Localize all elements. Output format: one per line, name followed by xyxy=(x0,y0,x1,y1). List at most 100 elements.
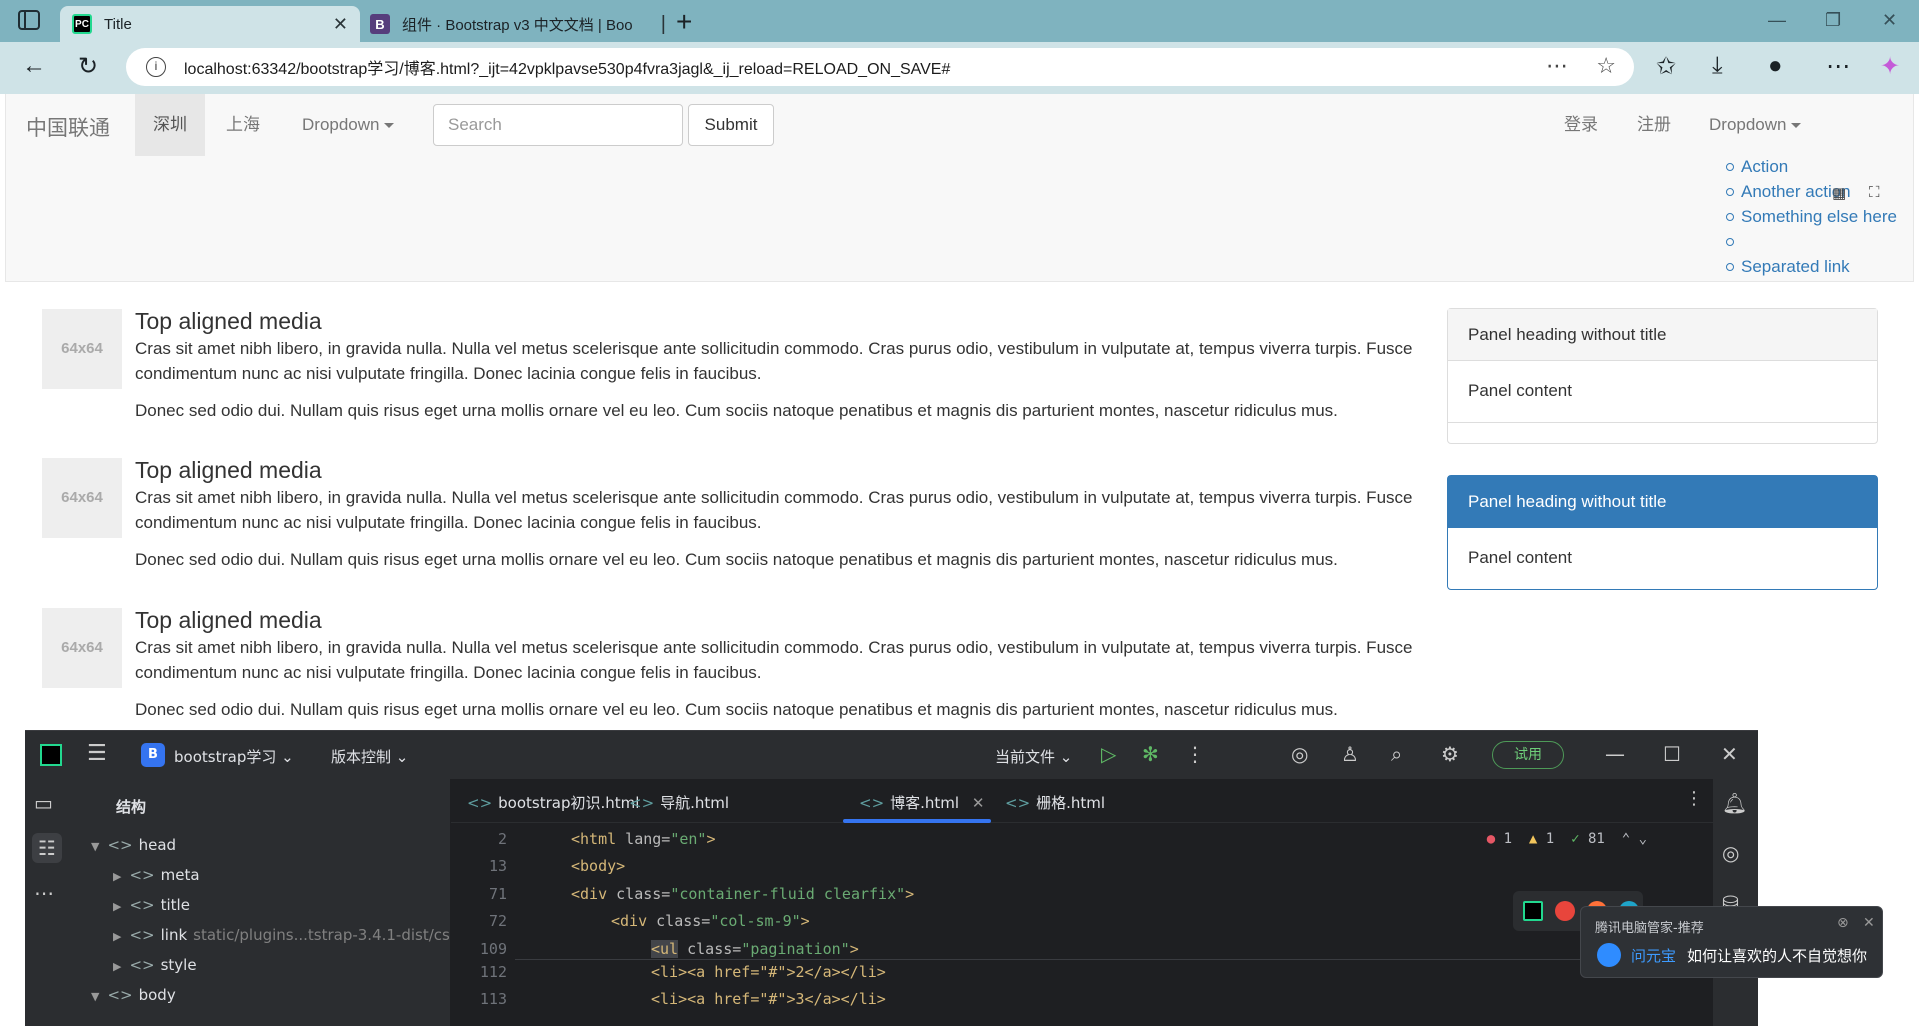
close-tab-icon[interactable]: ✕ xyxy=(972,794,985,812)
minimize-icon[interactable]: — xyxy=(1605,742,1625,766)
line-number: 2 xyxy=(497,830,507,848)
structure-icon[interactable]: ☷ xyxy=(32,833,62,863)
grid-overlay-icon[interactable]: ▦ xyxy=(1832,184,1846,202)
notification-close-icon[interactable]: ✕ xyxy=(1863,915,1875,931)
notification-title: 腾讯电脑管家-推荐 xyxy=(1595,921,1704,936)
ai-assistant-icon[interactable]: ◎ xyxy=(1291,742,1308,766)
pycharm-browser-icon[interactable] xyxy=(1523,901,1543,921)
ai-chat-icon[interactable]: ◎ xyxy=(1722,841,1739,865)
media-paragraph: Donec sed odio dui. Nullam quis risus eg… xyxy=(135,401,1338,420)
dropdown-item-separated-link[interactable]: Separated link xyxy=(1723,254,1897,279)
media-body: Top aligned media Cras sit amet nibh lib… xyxy=(135,607,1425,722)
url-bar[interactable]: i localhost:63342/bootstrap学习/博客.html?_i… xyxy=(126,48,1634,86)
tree-node-meta[interactable]: ▶ <> meta xyxy=(113,866,200,884)
profile-avatar-icon[interactable]: ● xyxy=(1768,52,1783,80)
nav-item-shanghai[interactable]: 上海 xyxy=(208,94,278,156)
address-toolbar: ← ↻ i localhost:63342/bootstrap学习/博客.htm… xyxy=(0,42,1919,94)
tree-node-head[interactable]: ▼ <> head xyxy=(91,836,176,854)
submit-button[interactable]: Submit xyxy=(688,104,774,146)
tree-node-label: title xyxy=(160,896,190,914)
media-heading: Top aligned media xyxy=(135,457,322,483)
tree-node-style[interactable]: ▶ <> style xyxy=(113,956,197,974)
caret-down-icon xyxy=(1790,123,1801,129)
maximize-icon[interactable]: ☐ xyxy=(1663,742,1681,766)
dropdown-item-something-else[interactable]: Something else here xyxy=(1723,204,1897,229)
tag-icon: <> xyxy=(129,896,155,914)
editor-tab-bootstrap-intro[interactable]: <> bootstrap初识.html xyxy=(467,792,639,813)
back-icon[interactable]: ← xyxy=(22,52,46,80)
navbar-brand[interactable]: 中国联通 xyxy=(26,112,110,142)
nav-right-dropdown[interactable]: Dropdown xyxy=(1691,94,1819,156)
run-icon[interactable]: ▷ xyxy=(1101,742,1116,766)
restore-icon[interactable]: ❐ xyxy=(1825,10,1841,31)
more-options-icon[interactable]: ⋯ xyxy=(1546,53,1568,79)
editor-tab-blog[interactable]: <> 博客.html ✕ xyxy=(859,792,984,813)
editor-tab-grid[interactable]: <> 栅格.html xyxy=(1005,792,1105,813)
new-tab-icon[interactable]: + xyxy=(676,6,692,38)
media-paragraph: Donec sed odio dui. Nullam quis risus eg… xyxy=(135,550,1338,569)
nav-dropdown[interactable]: Dropdown xyxy=(284,94,412,156)
reload-icon[interactable]: ↻ xyxy=(78,52,98,81)
chevron-up-icon[interactable]: ⌃ xyxy=(1622,831,1630,847)
favorite-star-icon[interactable]: ☆ xyxy=(1596,53,1616,79)
debug-icon[interactable]: ✻ xyxy=(1142,742,1159,766)
trial-button[interactable]: 试用 xyxy=(1492,741,1564,769)
html-file-icon: <> xyxy=(629,794,655,812)
settings-gear-icon[interactable]: ⚙ xyxy=(1441,742,1459,766)
chevron-down-icon[interactable]: ⌄ xyxy=(1639,831,1647,847)
favorites-icon[interactable]: ✩ xyxy=(1656,52,1676,81)
tag-icon: <> xyxy=(129,866,155,884)
notifications-bell-icon[interactable]: 🔔︎ xyxy=(1722,791,1747,815)
vcs-selector[interactable]: 版本控制 ⌄ xyxy=(331,746,408,767)
project-folder-icon[interactable]: ▭ xyxy=(34,791,53,815)
sidebar-toggle-icon[interactable] xyxy=(18,10,40,30)
code-value: "container-fluid clearfix" xyxy=(670,885,906,903)
code-value: "col-sm-9" xyxy=(710,912,801,930)
code-value: "en" xyxy=(670,830,707,848)
downloads-icon[interactable]: ⤓ xyxy=(1712,52,1723,80)
minimize-icon[interactable]: — xyxy=(1768,10,1786,31)
error-count: 1 xyxy=(1503,831,1513,847)
add-user-icon[interactable]: ♙ xyxy=(1341,742,1359,766)
bootstrap-icon: B xyxy=(370,14,390,34)
nav-item-shenzhen[interactable]: 深圳 xyxy=(135,94,205,156)
tabs-more-icon[interactable]: ⋮ xyxy=(1685,788,1703,809)
collapse-arrow-icon: ▶ xyxy=(113,900,122,913)
settings-more-icon[interactable]: ⋯ xyxy=(1826,52,1850,81)
copilot-icon[interactable]: ✦ xyxy=(1880,52,1900,81)
run-config-selector[interactable]: 当前文件 ⌄ xyxy=(995,746,1072,767)
tab-bootstrap-docs[interactable]: B 组件 · Bootstrap v3 中文文档 | Boo | xyxy=(364,6,666,42)
dropdown-item-action[interactable]: Action xyxy=(1723,154,1897,179)
tree-node-body[interactable]: ▼ <> body xyxy=(91,986,176,1004)
more-actions-icon[interactable]: ⋮ xyxy=(1185,742,1205,766)
tree-node-link[interactable]: ▶ <> link static/plugins...tstrap-3.4.1-dis… xyxy=(113,926,451,944)
code-line: <li><a href="#">3</a></li> xyxy=(651,990,886,1008)
more-tools-icon[interactable]: ⋯ xyxy=(34,881,54,905)
tree-node-hint: static/plugins...tstrap-3.4.1-dist/css/b xyxy=(193,926,451,944)
main-menu-icon[interactable]: ☰ xyxy=(87,741,107,766)
editor-tab-label: 博客.html xyxy=(890,794,960,812)
inspection-indicators[interactable]: ● 1 ▲ 1 ✓ 81 ⌃ ⌄ xyxy=(1487,831,1647,847)
nav-item-login[interactable]: 登录 xyxy=(1546,94,1616,156)
editor-tab-nav[interactable]: <> 导航.html xyxy=(629,792,729,813)
close-window-icon[interactable]: ✕ xyxy=(1882,10,1897,31)
fullscreen-overlay-icon[interactable]: ⛶ xyxy=(1869,184,1880,201)
tag-icon: <> xyxy=(107,986,133,1004)
notification-toast[interactable]: 腾讯电脑管家-推荐 ⊗ ✕ 问元宝 如何让喜欢的人不自觉想你 xyxy=(1580,906,1883,978)
tree-node-title[interactable]: ▶ <> title xyxy=(113,896,190,914)
notification-settings-icon[interactable]: ⊗ xyxy=(1837,915,1849,931)
tab-separator: | xyxy=(660,12,666,35)
media-heading: Top aligned media xyxy=(135,607,322,633)
search-input[interactable]: Search xyxy=(433,104,683,146)
close-icon[interactable]: ✕ xyxy=(1721,742,1738,766)
project-selector[interactable]: bootstrap学习 ⌄ xyxy=(174,746,294,767)
search-icon[interactable]: ⌕ xyxy=(1391,742,1402,766)
code-tag: > xyxy=(905,885,915,903)
close-tab-icon[interactable]: ✕ xyxy=(333,14,348,35)
site-info-icon[interactable]: i xyxy=(146,57,166,77)
chrome-icon[interactable] xyxy=(1555,901,1575,921)
panel-body: Panel content xyxy=(1468,548,1572,567)
tab-title[interactable]: PC Title ✕ xyxy=(60,6,360,42)
project-name: bootstrap学习 xyxy=(174,748,277,766)
nav-item-register[interactable]: 注册 xyxy=(1619,94,1689,156)
